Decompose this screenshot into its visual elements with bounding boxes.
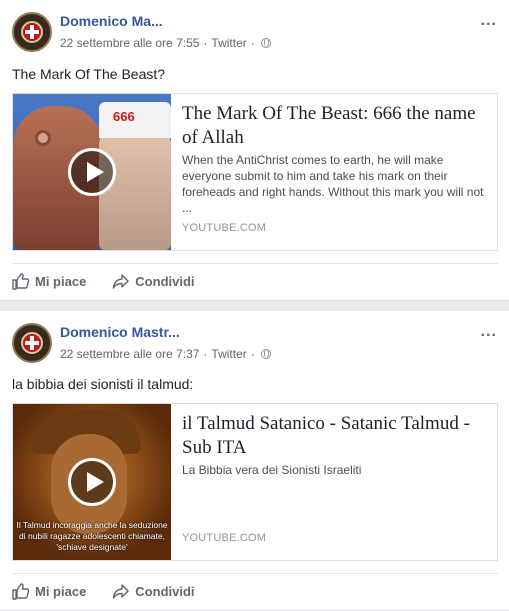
video-thumbnail[interactable]: 666 (13, 94, 171, 250)
thumbnail-subtitle: Il Talmud incoraggia anche la seduzione … (16, 520, 168, 552)
post-date[interactable]: 22 settembre alle ore 7:37 (60, 347, 199, 361)
globe-icon[interactable] (260, 38, 271, 48)
thumbs-up-icon (12, 273, 30, 290)
share-icon (113, 274, 129, 289)
like-button[interactable]: Mi piace (12, 582, 86, 600)
share-label: Condividi (135, 273, 195, 289)
post-meta: 22 settembre alle ore 7:55 · Twitter · (60, 36, 271, 50)
video-thumbnail[interactable]: Il Talmud incoraggia anche la seduzione … (13, 404, 171, 560)
thumbs-up-icon (12, 583, 30, 600)
play-icon[interactable] (68, 148, 116, 196)
post-card: Domenico Ma... 22 settembre alle ore 7:5… (0, 0, 509, 301)
thumbnail-text: 666 (113, 109, 135, 124)
share-icon (113, 584, 129, 599)
link-description: La Bibbia vera dei Sionisti Israeliti (182, 463, 362, 477)
divider (12, 263, 498, 264)
post-text: la bibbia dei sionisti il talmud: (12, 376, 194, 392)
post-card: Domenico Mastr... 22 settembre alle ore … (0, 311, 509, 611)
play-icon[interactable] (68, 458, 116, 506)
share-label: Condividi (135, 583, 195, 599)
link-title[interactable]: il Talmud Satanico - Satanic Talmud - Su… (182, 412, 492, 460)
post-actions: Mi piace Condividi (12, 272, 221, 290)
link-domain: YOUTUBE.COM (182, 532, 267, 544)
more-options-icon[interactable]: ... (481, 12, 497, 30)
more-options-icon[interactable]: ... (481, 323, 497, 341)
link-preview-card[interactable]: Il Talmud incoraggia anche la seduzione … (12, 403, 498, 561)
link-description: When the AntiChrist comes to earth, he w… (182, 153, 484, 215)
like-label: Mi piace (35, 273, 87, 289)
author-name[interactable]: Domenico Ma... (60, 13, 163, 29)
link-domain: YOUTUBE.COM (182, 222, 267, 234)
share-button[interactable]: Condividi (112, 582, 195, 600)
post-text: The Mark Of The Beast? (12, 66, 166, 82)
post-source: Twitter (211, 347, 247, 361)
link-title[interactable]: The Mark Of The Beast: 666 the name of A… (182, 102, 492, 150)
post-date[interactable]: 22 settembre alle ore 7:55 (60, 36, 199, 50)
author-avatar[interactable] (12, 323, 52, 363)
like-button[interactable]: Mi piace (12, 272, 86, 290)
author-name[interactable]: Domenico Mastr... (60, 324, 180, 340)
divider (12, 573, 498, 574)
post-actions: Mi piace Condividi (12, 582, 221, 600)
share-button[interactable]: Condividi (112, 272, 195, 290)
post-source: Twitter (211, 36, 247, 50)
author-avatar[interactable] (12, 12, 52, 52)
globe-icon[interactable] (260, 349, 271, 359)
post-meta: 22 settembre alle ore 7:37 · Twitter · (60, 347, 271, 361)
link-preview-card[interactable]: 666 The Mark Of The Beast: 666 the name … (12, 93, 498, 251)
like-label: Mi piace (35, 583, 87, 599)
